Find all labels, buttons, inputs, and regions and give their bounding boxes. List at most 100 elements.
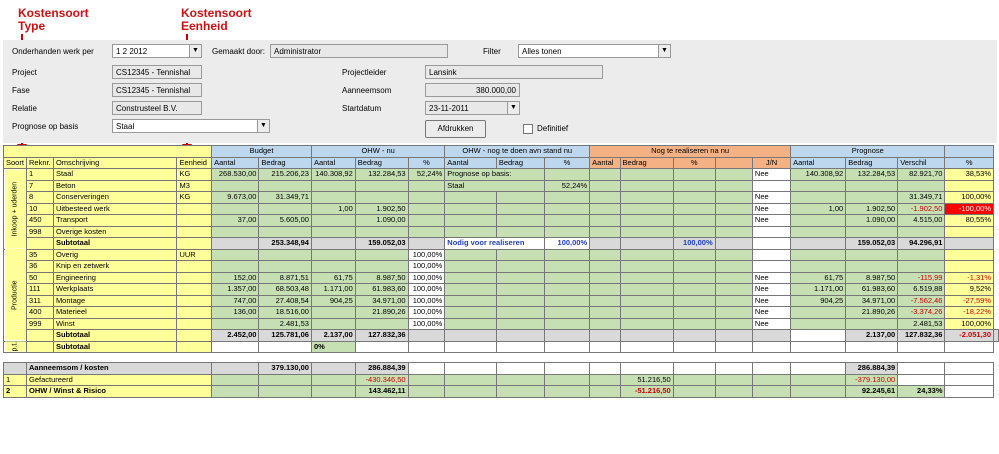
print-button[interactable]: Afdrukken: [425, 120, 486, 138]
reknr-cell[interactable]: 1: [25, 168, 54, 181]
table-row[interactable]: 36 Knip en zetwerk 100,00%: [4, 260, 999, 273]
tedoen-aantal-cell[interactable]: [444, 294, 497, 307]
reknr-cell[interactable]: 998: [25, 225, 54, 238]
reknr-cell[interactable]: 311: [25, 294, 54, 307]
ohw-pct-cell[interactable]: [407, 202, 446, 215]
prog-pct-cell[interactable]: -27,59%: [944, 294, 994, 307]
omschrijving-cell[interactable]: Werkplaats: [52, 283, 178, 296]
reknr-cell[interactable]: 35: [25, 248, 54, 261]
col-nog-bedrag[interactable]: Bedrag: [619, 156, 674, 169]
nog-aantal-cell[interactable]: [589, 168, 621, 181]
jn-cell[interactable]: Nee: [751, 214, 792, 227]
nog-bedrag-cell[interactable]: [619, 306, 674, 319]
ohw-pct-cell[interactable]: 100,00%: [407, 248, 446, 261]
table-row[interactable]: 450 Transport 37,00 5.605,00 1.090,00 Nee 1.09…: [4, 214, 999, 227]
ohw-bedrag-cell[interactable]: 1.902,50: [354, 202, 409, 215]
prog-verschil-cell[interactable]: 31.349,71: [897, 191, 946, 204]
prog-aantal-cell[interactable]: 61,75: [790, 271, 847, 284]
eenheid-cell[interactable]: M3: [176, 179, 213, 192]
col-jn[interactable]: J/N: [751, 156, 792, 169]
budget-bedrag-cell[interactable]: 31.349,71: [258, 191, 312, 204]
reknr-cell[interactable]: 111: [25, 283, 54, 296]
prog-pct-cell[interactable]: [944, 225, 994, 238]
prog-pct-cell[interactable]: -1,31%: [944, 271, 994, 284]
prog-verschil-cell[interactable]: -1.902,50: [897, 202, 946, 215]
nog-aantal-cell[interactable]: [589, 294, 621, 307]
chevron-down-icon[interactable]: ▼: [507, 102, 519, 114]
nog-aantal-cell[interactable]: [589, 283, 621, 296]
prog-verschil-cell[interactable]: -3.374,26: [897, 306, 946, 319]
nog-bedrag-cell[interactable]: [619, 179, 674, 192]
budget-aantal-cell[interactable]: 37,00: [211, 214, 260, 227]
tedoen-aantal-cell[interactable]: [444, 317, 497, 330]
nog-bedrag-cell[interactable]: [619, 191, 674, 204]
ohw-aantal-cell[interactable]: [310, 191, 356, 204]
prog-verschil-cell[interactable]: -115,99: [897, 271, 946, 284]
budget-bedrag-cell[interactable]: 27.408,54: [258, 294, 312, 307]
nog-bedrag-cell[interactable]: [619, 225, 674, 238]
nog-aantal-cell[interactable]: [589, 271, 621, 284]
ohw-bedrag-cell[interactable]: [354, 179, 409, 192]
ohw-bedrag-cell[interactable]: [354, 191, 409, 204]
prog-pct-cell[interactable]: -18,22%: [944, 306, 994, 319]
prog-aantal-cell[interactable]: 1,00: [790, 202, 847, 215]
budget-bedrag-cell[interactable]: 8.871,51: [258, 271, 312, 284]
col-tedoen-bedrag[interactable]: Bedrag: [495, 156, 545, 169]
chevron-down-icon[interactable]: ▼: [189, 45, 201, 57]
prog-aantal-cell[interactable]: [790, 317, 847, 330]
table-row[interactable]: 400 Materieel 136,00 18.516,00 21.890,26 100,…: [4, 306, 999, 319]
ohw-pct-cell[interactable]: 100,00%: [407, 260, 446, 273]
reknr-cell[interactable]: 999: [25, 317, 54, 330]
tedoen-bedrag-cell[interactable]: [495, 271, 545, 284]
prog-aantal-cell[interactable]: [790, 214, 847, 227]
nog-pct-cell[interactable]: [672, 306, 716, 319]
nog-pct-cell[interactable]: [672, 317, 716, 330]
nog-bedrag-cell[interactable]: [619, 202, 674, 215]
omschrijving-cell[interactable]: Uitbesteed werk: [52, 202, 178, 215]
omschrijving-cell[interactable]: Montage: [52, 294, 178, 307]
jn-cell[interactable]: Nee: [751, 294, 792, 307]
tedoen-aantal-cell[interactable]: [444, 306, 497, 319]
prog-bedrag-cell[interactable]: [845, 225, 899, 238]
prog-aantal-cell[interactable]: 140.308,92: [790, 168, 847, 181]
tedoen-aantal-cell[interactable]: [444, 225, 497, 238]
table-row[interactable]: 10 Uitbesteed werk 1,00 1.902,50 Nee 1,00 1.90…: [4, 202, 999, 215]
nog-bedrag-cell[interactable]: [619, 260, 674, 273]
budget-aantal-cell[interactable]: 747,00: [211, 294, 260, 307]
ohw-pct-cell[interactable]: 100,00%: [407, 283, 446, 296]
eenheid-cell[interactable]: [176, 306, 213, 319]
jn-cell[interactable]: Nee: [751, 191, 792, 204]
col-tedoen-pct[interactable]: %: [543, 156, 591, 169]
col-nog-pct[interactable]: %: [672, 156, 716, 169]
ohw-aantal-cell[interactable]: 1,00: [310, 202, 356, 215]
ohw-bedrag-cell[interactable]: 21.890,26: [354, 306, 409, 319]
prog-pct-cell[interactable]: 38,53%: [944, 168, 994, 181]
eenheid-cell[interactable]: [176, 271, 213, 284]
tedoen-pct-cell[interactable]: [543, 202, 591, 215]
budget-aantal-cell[interactable]: 152,00: [211, 271, 260, 284]
col-prog-aantal[interactable]: Aantal: [790, 156, 847, 169]
nog-bedrag-cell[interactable]: [619, 248, 674, 261]
prog-verschil-cell[interactable]: [897, 260, 946, 273]
budget-bedrag-cell[interactable]: 215.206,23: [258, 168, 312, 181]
nog-aantal-cell[interactable]: [589, 317, 621, 330]
tedoen-pct-cell[interactable]: [543, 294, 591, 307]
prog-bedrag-cell[interactable]: 61.983,60: [845, 283, 899, 296]
budget-aantal-cell[interactable]: [211, 202, 260, 215]
prognose-select[interactable]: Staal ▼: [112, 119, 270, 133]
table-row[interactable]: 50 Engineering 152,00 8.871,51 61,75 8.987,50…: [4, 271, 999, 284]
col-ohw-aantal[interactable]: Aantal: [310, 156, 356, 169]
nog-pct-cell[interactable]: [672, 168, 716, 181]
ohw-pct-cell[interactable]: 100,00%: [407, 306, 446, 319]
ohw-aantal-cell[interactable]: [310, 260, 356, 273]
ohw-aantal-cell[interactable]: [310, 248, 356, 261]
ohw-aantal-cell[interactable]: [310, 179, 356, 192]
tedoen-aantal-cell[interactable]: [444, 271, 497, 284]
col-budget-aantal[interactable]: Aantal: [211, 156, 260, 169]
nog-aantal-cell[interactable]: [589, 179, 621, 192]
omschrijving-cell[interactable]: Staal: [52, 168, 178, 181]
project-field[interactable]: CS12345 - Tennishal: [112, 65, 202, 79]
tedoen-bedrag-cell[interactable]: [495, 260, 545, 273]
prog-pct-cell[interactable]: 80,55%: [944, 214, 994, 227]
budget-aantal-cell[interactable]: 1.357,00: [211, 283, 260, 296]
